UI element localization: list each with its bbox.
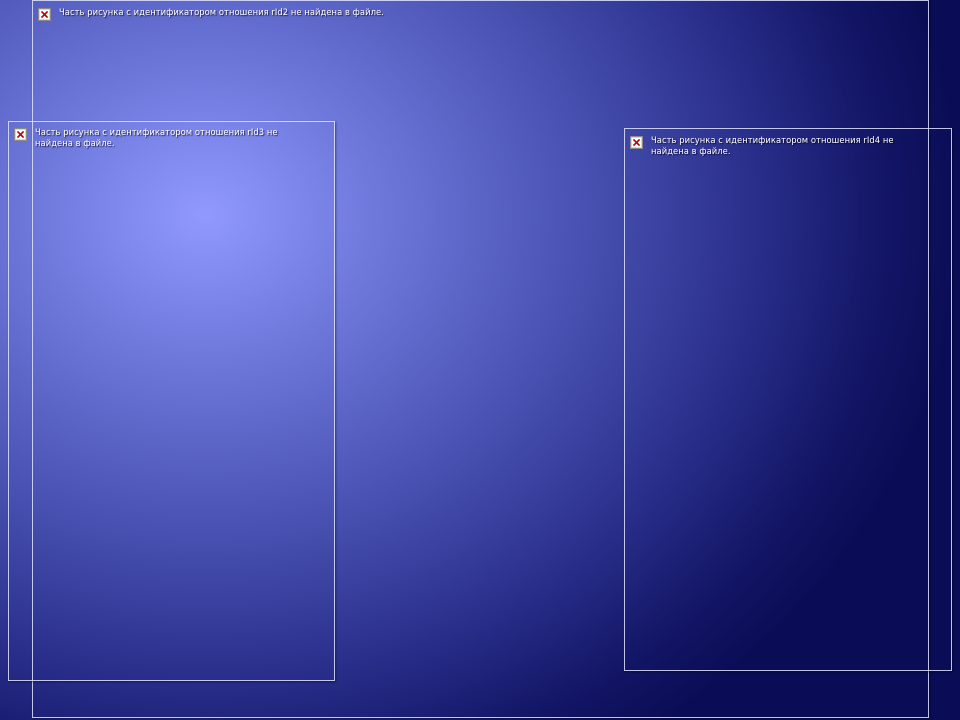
broken-image-icon: [38, 8, 51, 21]
image-placeholder-frame-left[interactable]: [8, 121, 335, 681]
broken-image-notice-top: Часть рисунка с идентификатором отношени…: [38, 7, 918, 21]
broken-image-notice-left: Часть рисунка с идентификатором отношени…: [14, 127, 304, 148]
broken-image-icon: [14, 128, 27, 141]
broken-image-message: Часть рисунка с идентификатором отношени…: [35, 127, 278, 148]
slide-canvas: Часть рисунка с идентификатором отношени…: [0, 0, 960, 720]
broken-image-message: Часть рисунка с идентификатором отношени…: [651, 135, 894, 156]
broken-image-notice-right: Часть рисунка с идентификатором отношени…: [630, 135, 925, 156]
image-placeholder-frame-right[interactable]: [624, 128, 952, 671]
broken-image-message: Часть рисунка с идентификатором отношени…: [59, 7, 384, 17]
broken-image-icon: [630, 136, 643, 149]
